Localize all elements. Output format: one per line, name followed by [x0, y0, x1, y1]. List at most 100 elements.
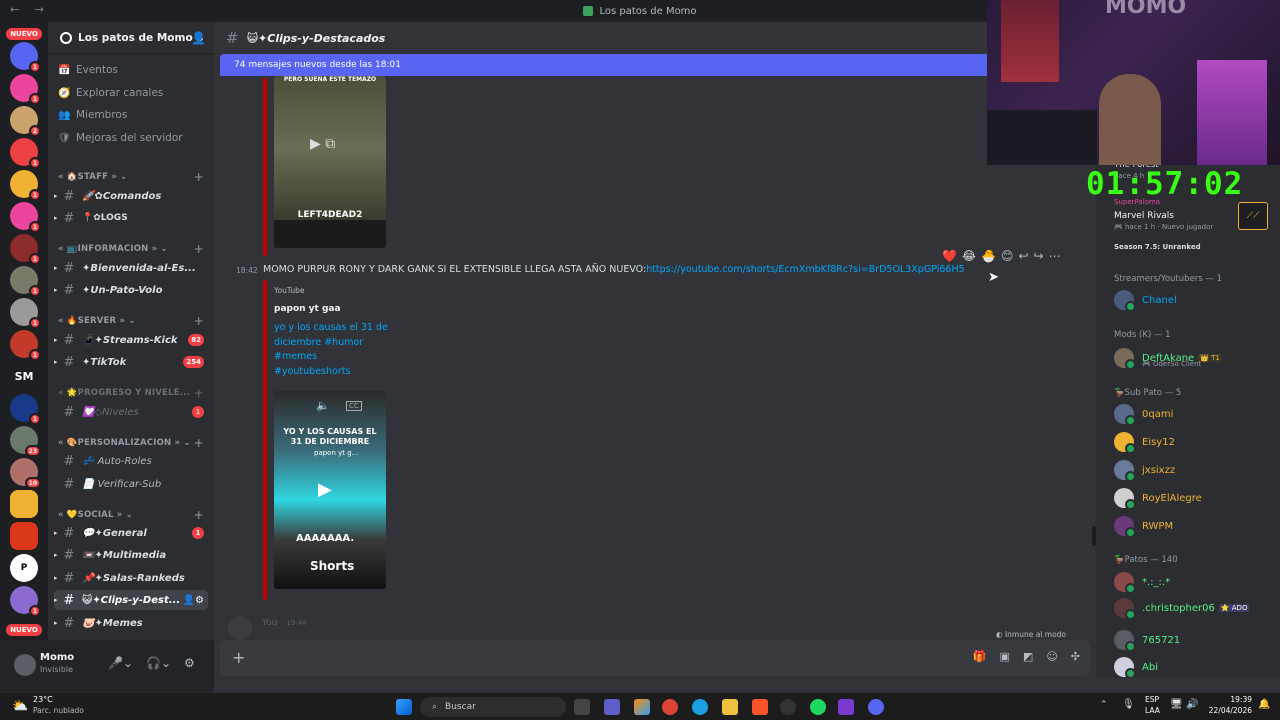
member-item[interactable]: Chanel	[1114, 288, 1274, 312]
embed-author[interactable]: papon yt gaa	[274, 304, 341, 314]
server-icon[interactable]	[10, 522, 38, 550]
server-icon[interactable]: 1	[10, 298, 41, 329]
video-thumbnail[interactable]: 🔈 CC YO Y LOS CAUSAS EL 31 DE DICIEMBRE …	[274, 391, 386, 589]
back-forward-icon[interactable]: ← →	[10, 3, 50, 16]
channel-streams-kick[interactable]: ▸ # 📱✦Streams-Kick 82	[54, 330, 208, 350]
member-item[interactable]: *.:_:.*	[1114, 570, 1274, 594]
channel-tiktok[interactable]: ▸ # ✦TikTok 254	[54, 352, 208, 372]
server-icon[interactable]: 1	[10, 138, 41, 169]
chrome-icon[interactable]	[662, 699, 678, 715]
channel-clips-y-destacados[interactable]: ▸ # 😺✦Clips-y-Dest... 👤⚙	[54, 590, 208, 610]
gif-icon[interactable]: ▣	[1000, 650, 1010, 663]
message-link[interactable]: https://youtube.com/shorts/EcmXmbKf8Rc?s…	[646, 264, 964, 275]
discord-icon[interactable]	[868, 699, 884, 715]
headphones-icon[interactable]: 🎧⌄	[146, 656, 171, 670]
sidebar-item-events[interactable]: 📅 Eventos	[58, 60, 118, 80]
emoji-icon[interactable]: ☺	[1046, 650, 1057, 663]
member-item[interactable]: .christopher06 ⭐ ADO	[1114, 596, 1274, 620]
chick-reaction-icon[interactable]: 🐣	[981, 249, 996, 263]
add-channel-icon[interactable]: +	[194, 436, 204, 450]
edge-icon[interactable]	[692, 699, 708, 715]
gear-icon[interactable]: ⚙	[184, 656, 195, 670]
more-options-icon[interactable]: ⋯	[1049, 249, 1061, 263]
teams-icon[interactable]	[604, 699, 620, 715]
channel-verificar-sub[interactable]: # 📄 Verificar-Sub	[54, 474, 208, 494]
member-item[interactable]: RoyElAlegre	[1114, 486, 1274, 510]
category-personalizacion[interactable]: « 🎨PERSONALIZACION » ⌄ +	[58, 436, 208, 450]
category-staff[interactable]: « 🏠STAFF » ⌄ +	[58, 170, 208, 184]
brave-icon[interactable]	[752, 699, 768, 715]
server-icon[interactable]: 10	[10, 458, 41, 489]
spotify-icon[interactable]	[810, 699, 826, 715]
microphone-icon[interactable]: 🎤⌄	[108, 656, 133, 670]
channel-bienvenida[interactable]: ▸ # ✦Bienvenida-al-Es...	[54, 258, 208, 278]
server-icon-sm[interactable]: SM	[10, 362, 38, 390]
app-icon[interactable]	[780, 699, 796, 715]
category-server[interactable]: « 🔥SERVER » ⌄ +	[58, 314, 208, 328]
server-icon[interactable]: 1	[10, 586, 41, 617]
server-header[interactable]: Los patos de Momo ⌄ 👤	[48, 22, 214, 54]
sidebar-item-members[interactable]: 👥 Miembros	[58, 105, 127, 125]
server-icon[interactable]: 1	[10, 266, 41, 297]
add-reaction-icon[interactable]: 😊	[1001, 249, 1014, 263]
embed-description[interactable]: yo y los causas el 31 de diciembre #humo…	[274, 321, 394, 379]
server-icon[interactable]: 1	[10, 202, 41, 233]
sticker-icon[interactable]: ◩	[1023, 650, 1033, 663]
patreon-server-icon[interactable]: P	[10, 554, 38, 582]
task-view-icon[interactable]	[574, 699, 590, 715]
forward-icon[interactable]: ↪	[1034, 249, 1044, 263]
member-item[interactable]: jxsixzz	[1114, 458, 1274, 482]
play-icon[interactable]: ▶ ⧉	[310, 136, 335, 152]
category-social[interactable]: « 💛SOCIAL » ⌄ +	[58, 508, 208, 522]
attach-icon[interactable]: +	[232, 648, 245, 667]
network-icon[interactable]: 🖥	[1170, 699, 1183, 710]
notification-icon[interactable]: 🔔	[1258, 699, 1270, 710]
heart-reaction-icon[interactable]: ❤️	[942, 249, 957, 263]
member-item[interactable]: Abi	[1114, 655, 1274, 678]
server-icon[interactable]: 1	[10, 170, 41, 201]
channel-logs[interactable]: ▸ # 📍✿LOGS	[54, 208, 208, 228]
copilot-icon[interactable]	[634, 699, 650, 715]
sidebar-item-server-boost[interactable]: 🛡 Mejoras del servidor	[58, 128, 183, 148]
add-channel-icon[interactable]: +	[194, 508, 204, 522]
server-icon[interactable]: 1	[10, 394, 41, 425]
category-informacion[interactable]: « 📺INFORMACION » ⌄ +	[58, 242, 208, 256]
add-channel-icon[interactable]: +	[194, 386, 204, 400]
volume-icon[interactable]: 🔊	[1186, 699, 1198, 710]
channel-un-pato-volo[interactable]: ▸ # ✦Un-Pato-Volo	[54, 280, 208, 300]
add-channel-icon[interactable]: +	[194, 314, 204, 328]
weather-icon[interactable]: ⛅	[12, 699, 28, 714]
avatar[interactable]	[14, 654, 36, 676]
channel-general[interactable]: ▸ # 💬✦General 1	[54, 523, 208, 543]
add-channel-icon[interactable]: +	[194, 242, 204, 256]
member-item[interactable]: RWPM	[1114, 514, 1274, 538]
server-icon[interactable]: 1	[10, 234, 41, 265]
channel-salas-rankeds[interactable]: ▸ # 📌✦Salas-Rankeds	[54, 568, 208, 588]
member-item[interactable]: 765721	[1114, 628, 1274, 652]
channel-niveles[interactable]: # 💟◇Niveles 1	[54, 402, 208, 422]
channel-auto-roles[interactable]: # 💤 Auto-Roles	[54, 451, 208, 471]
apps-icon[interactable]: ✣	[1071, 650, 1080, 663]
channel-comandos[interactable]: ▸ # 🚀✿Comandos	[54, 186, 208, 206]
volume-icon[interactable]: 🔈	[316, 399, 330, 412]
taskbar-search[interactable]: ⌕ Buscar	[420, 697, 566, 717]
server-icon[interactable]: 1	[10, 74, 41, 105]
server-icon[interactable]: 2	[10, 106, 41, 137]
tray-mic-icon[interactable]: 🎙	[1122, 699, 1135, 710]
channel-multimedia[interactable]: ▸ # 📼✦Multimedia	[54, 545, 208, 565]
member-item[interactable]: Eisy12	[1114, 430, 1274, 454]
server-icon[interactable]	[10, 490, 38, 518]
message-composer[interactable]: + 🎁 ▣ ◩ ☺ ✣	[220, 640, 1090, 676]
sidebar-item-browse-channels[interactable]: 🧭 Explorar canales	[58, 83, 163, 103]
captions-icon[interactable]: CC	[346, 401, 362, 411]
new-messages-banner[interactable]: 74 mensajes nuevos desde las 18:01	[220, 54, 990, 76]
category-progreso[interactable]: « 🌟PROGRESO Y NIVELE... +	[58, 386, 208, 400]
add-channel-icon[interactable]: +	[194, 170, 204, 184]
member-item[interactable]: 0qami	[1114, 402, 1274, 426]
tray-chevron-icon[interactable]: ⌃	[1100, 700, 1108, 710]
server-icon[interactable]: 1	[10, 330, 41, 361]
file-explorer-icon[interactable]	[722, 699, 738, 715]
gift-icon[interactable]: 🎁	[973, 650, 987, 663]
play-icon[interactable]: ▶	[318, 479, 332, 500]
channel-memes[interactable]: ▸ # 🐷✦Memes	[54, 613, 208, 633]
